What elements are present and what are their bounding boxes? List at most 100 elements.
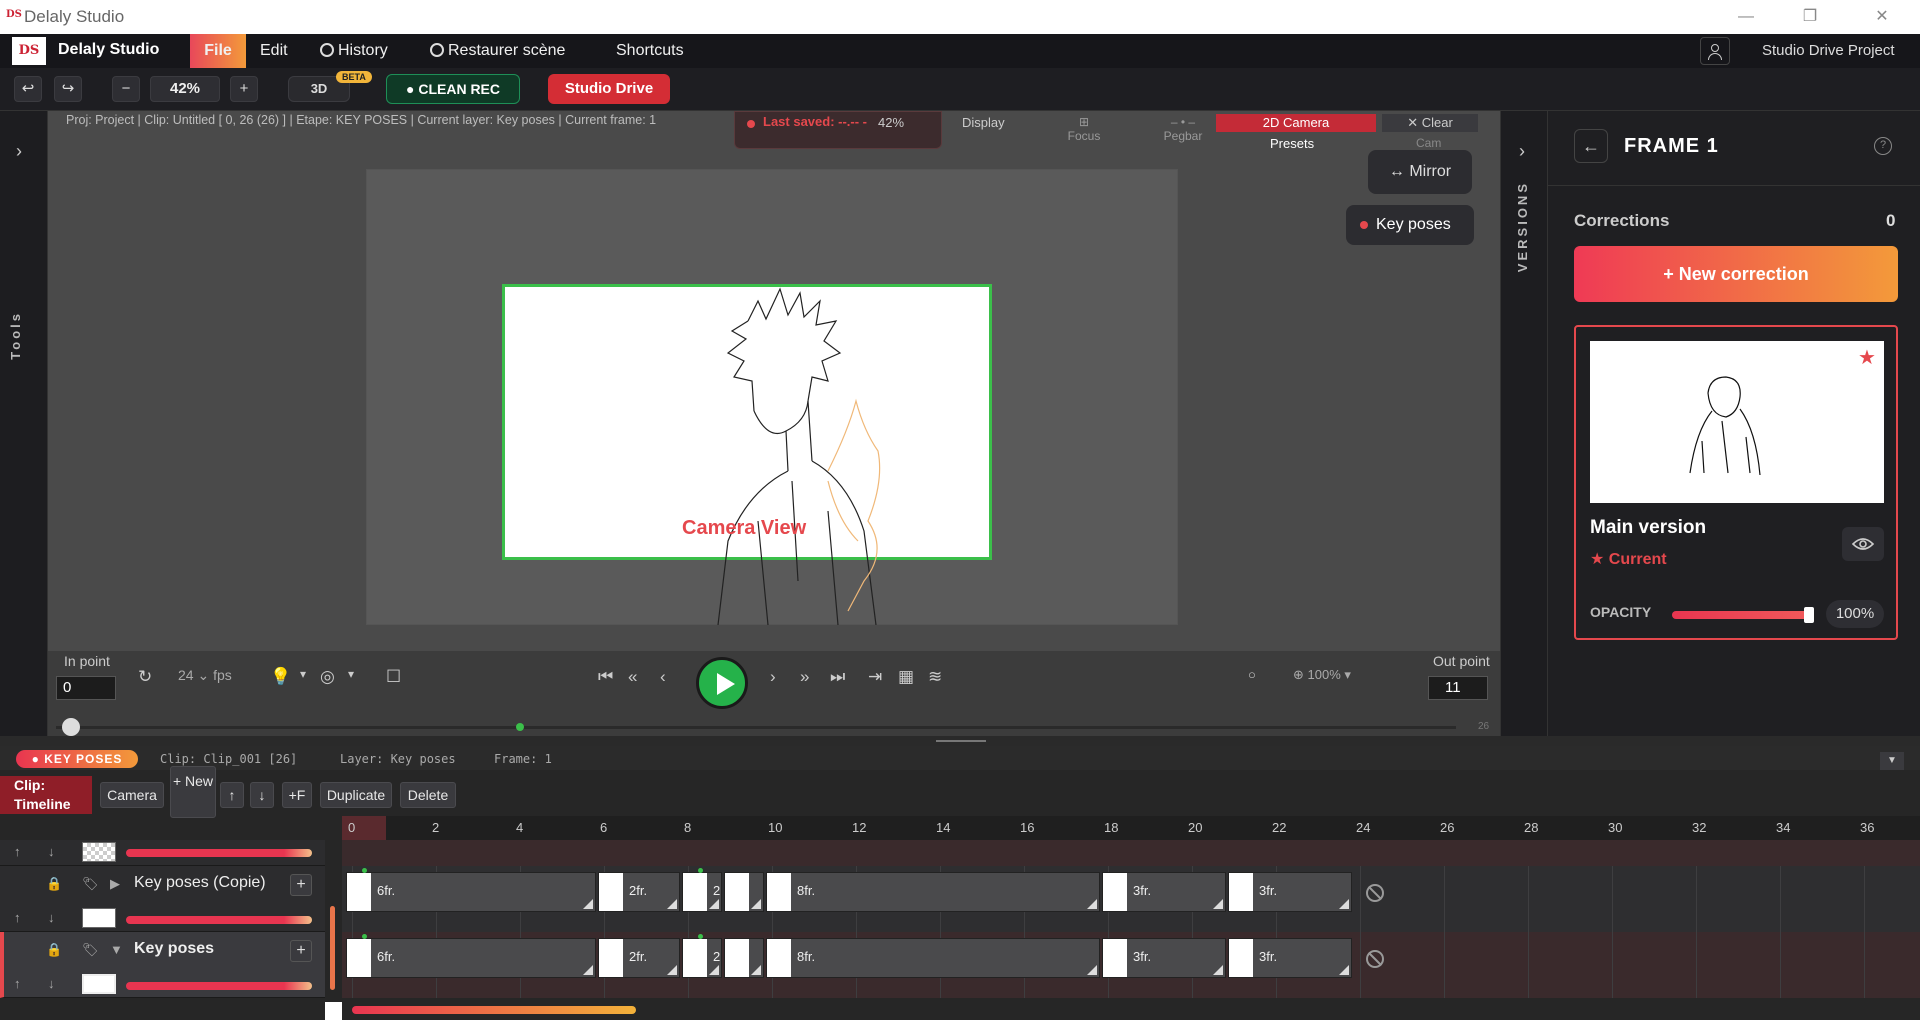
timeline-cell[interactable]: 6fr.	[346, 872, 596, 912]
timeline-cell[interactable]: 3fr.	[1228, 938, 1352, 978]
loop-icon[interactable]: ↻	[138, 667, 152, 687]
add-layer-icon[interactable]: +	[290, 874, 312, 896]
horizontal-scrollbar[interactable]	[352, 1006, 636, 1014]
prev-frame-icon[interactable]: ‹	[660, 667, 666, 687]
ruler-tick[interactable]: 24	[1356, 820, 1370, 835]
undo-button[interactable]: ↩	[14, 76, 42, 102]
layer-opacity-bar[interactable]	[126, 982, 312, 990]
display-button[interactable]: Display	[962, 115, 1005, 130]
ruler-tick[interactable]: 16	[1020, 820, 1034, 835]
arrow-up-icon[interactable]: ↑	[14, 910, 21, 925]
chevron-down-icon[interactable]: ▾	[300, 667, 306, 681]
timeline-cell[interactable]	[724, 938, 764, 978]
ruler-tick[interactable]: 36	[1860, 820, 1874, 835]
layer-row-key-poses-copie[interactable]: 🔒 🏷 ▶ Key poses (Copie) + ↑ ↓	[0, 866, 325, 932]
new-correction-button[interactable]: + New correction	[1574, 246, 1898, 302]
cell-resize-handle[interactable]	[751, 899, 761, 909]
next-frame-icon[interactable]: ›	[770, 667, 776, 687]
version-thumbnail[interactable]	[1590, 341, 1884, 503]
timeline-cell[interactable]: 2	[682, 872, 722, 912]
menu-file[interactable]: File	[190, 34, 246, 68]
empty-cell-icon[interactable]	[1366, 884, 1384, 902]
delete-button[interactable]: Delete	[400, 782, 456, 808]
visibility-eye-icon[interactable]	[1842, 527, 1884, 561]
version-card[interactable]: ★ Main version ★ Current OPACITY 100%	[1574, 325, 1898, 640]
timeline-cell[interactable]: 2fr.	[598, 938, 680, 978]
camera-button[interactable]: Camera	[100, 782, 164, 808]
cell-resize-handle[interactable]	[1087, 899, 1097, 909]
cell-resize-handle[interactable]	[709, 965, 719, 975]
expand-icon[interactable]: ▶	[110, 876, 120, 892]
tools-label[interactable]: Tools	[8, 311, 23, 360]
tag-icon[interactable]: 🏷	[82, 942, 99, 958]
viewport-opacity[interactable]: ⊕ 100% ▾	[1293, 667, 1351, 683]
presets-label[interactable]: Presets	[1270, 136, 1314, 151]
versions-label[interactable]: VERSIONS	[1515, 181, 1530, 272]
timeline-cell[interactable]: 6fr.	[346, 938, 596, 978]
cell-resize-handle[interactable]	[667, 965, 677, 975]
layer-opacity-bar[interactable]	[126, 849, 312, 857]
vertical-scrollbar[interactable]	[330, 906, 335, 990]
ruler-tick[interactable]: 28	[1524, 820, 1538, 835]
layer-name[interactable]: Key poses (Copie)	[134, 874, 266, 892]
ruler-tick[interactable]: 0	[348, 820, 355, 835]
cell-resize-handle[interactable]	[583, 965, 593, 975]
layer-row-key-poses[interactable]: 🔒 🏷 ▼ Key poses + ↑ ↓	[0, 932, 325, 998]
onion-skin-icon[interactable]: 💡	[270, 667, 291, 687]
menu-restaurer-scene[interactable]: Restaurer scène	[430, 34, 565, 68]
user-button[interactable]	[1700, 37, 1730, 65]
opacity-slider-handle[interactable]	[1804, 607, 1814, 623]
arrow-down-icon[interactable]: ↓	[48, 976, 55, 991]
arrow-up-icon[interactable]: ↑	[14, 844, 21, 859]
ruler-tick[interactable]: 14	[936, 820, 950, 835]
jump-icon[interactable]: ⇥	[868, 667, 882, 687]
ruler-tick[interactable]: 22	[1272, 820, 1286, 835]
layer-opacity-bar[interactable]	[126, 916, 312, 924]
timeline-cell[interactable]: 3fr.	[1102, 872, 1226, 912]
scrub-handle[interactable]	[62, 718, 80, 736]
play-button[interactable]	[696, 657, 748, 709]
ruler-tick[interactable]: 12	[852, 820, 866, 835]
redo-button[interactable]: ↪	[54, 76, 82, 102]
timeline-cell[interactable]: 2	[682, 938, 722, 978]
ruler-tick[interactable]: 10	[768, 820, 782, 835]
timeline-cell[interactable]: 2fr.	[598, 872, 680, 912]
scrub-track[interactable]	[56, 726, 1456, 729]
cell-resize-handle[interactable]	[709, 899, 719, 909]
cell-resize-handle[interactable]	[667, 899, 677, 909]
lock-icon[interactable]: 🔒	[46, 876, 62, 892]
menu-history[interactable]: History	[320, 34, 388, 68]
new-layer-button[interactable]: + New	[170, 766, 216, 818]
circle-icon[interactable]: ○	[1248, 667, 1256, 682]
clean-rec-button[interactable]: ● CLEAN REC	[386, 74, 520, 104]
focus-button[interactable]: ⊞ Focus	[1054, 115, 1114, 143]
pegbar-button[interactable]: – • – Pegbar	[1148, 115, 1218, 143]
ruler-tick[interactable]: 20	[1188, 820, 1202, 835]
layer-row-hidden[interactable]: ↑ ↓	[0, 840, 325, 866]
target-icon[interactable]: ◎	[320, 667, 335, 687]
favorite-star-icon[interactable]: ★	[1858, 345, 1876, 370]
chevron-right-icon[interactable]: ›	[16, 141, 22, 162]
tag-icon[interactable]: 🏷	[82, 876, 99, 892]
key-poses-pill[interactable]: Key poses	[1346, 205, 1474, 245]
duplicate-button[interactable]: Duplicate	[320, 782, 392, 808]
arrow-up-icon[interactable]: ↑	[14, 976, 21, 991]
opacity-slider[interactable]	[1672, 611, 1808, 619]
close-icon[interactable]: ✕	[1862, 4, 1902, 30]
studio-drive-button[interactable]: Studio Drive	[548, 74, 670, 104]
restore-icon[interactable]: ❐	[1790, 4, 1830, 30]
opacity-value[interactable]: 100%	[1826, 600, 1884, 628]
layout-icon[interactable]: ▦	[898, 667, 914, 687]
help-icon[interactable]: ?	[1874, 137, 1892, 155]
zoom-value[interactable]: 42%	[150, 76, 220, 102]
cell-resize-handle[interactable]	[1339, 899, 1349, 909]
2d-camera-button[interactable]: 2D Camera	[1216, 114, 1376, 132]
cell-resize-handle[interactable]	[583, 899, 593, 909]
menu-edit[interactable]: Edit	[260, 34, 288, 68]
move-down-button[interactable]: ↓	[250, 782, 274, 808]
fps-select[interactable]: 24 ⌄ fps	[178, 667, 232, 684]
arrow-down-icon[interactable]: ↓	[48, 844, 55, 859]
ruler-tick[interactable]: 4	[516, 820, 523, 835]
move-up-button[interactable]: ↑	[220, 782, 244, 808]
mirror-button[interactable]: ↔ Mirror	[1368, 150, 1472, 194]
